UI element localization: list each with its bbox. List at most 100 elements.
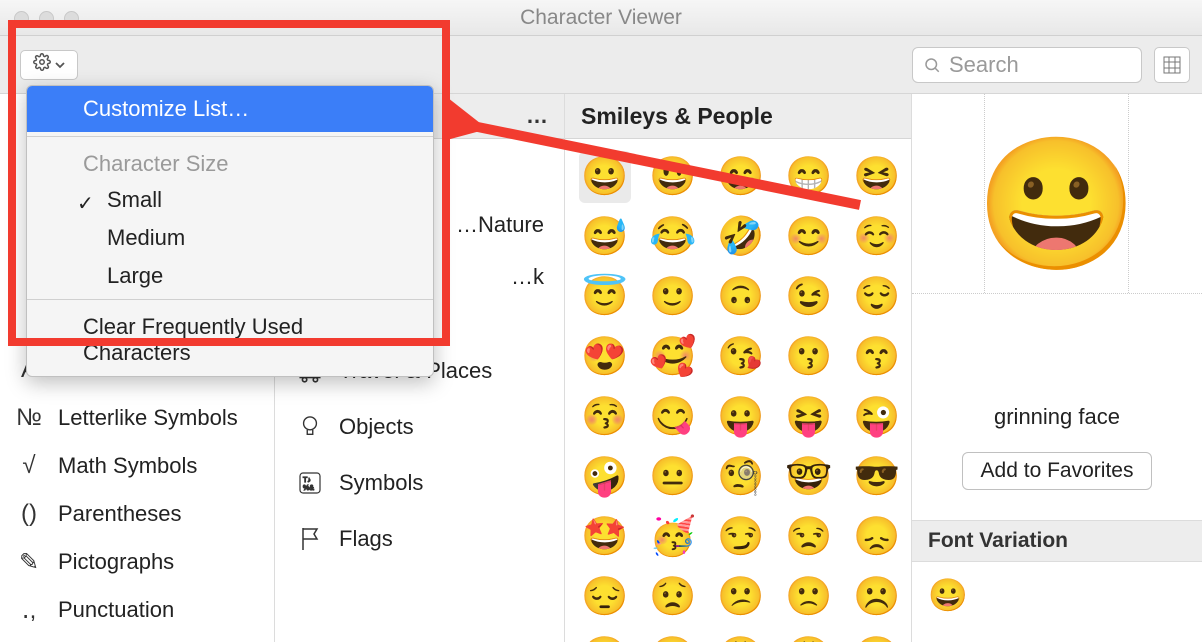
emoji-cell[interactable]: 😫 [715,631,767,642]
menu-customize-list[interactable]: Customize List… [27,86,433,132]
emoji-cell[interactable]: 😘 [715,331,767,383]
emoji-cell[interactable]: 😂 [647,211,699,263]
category-label: Pictographs [58,549,174,575]
emoji-cell[interactable]: 😙 [851,331,903,383]
emoji-cell[interactable]: 😊 [783,211,835,263]
emoji-cell[interactable]: 🤓 [783,451,835,503]
emoji-cell[interactable]: 😎 [851,451,903,503]
add-to-favorites-button[interactable]: Add to Favorites [962,452,1153,490]
emoji-cell[interactable]: 🥺 [851,631,903,642]
emoji-cell[interactable]: 😇 [579,271,631,323]
menu-size-large[interactable]: Large [27,257,433,295]
emoji-grid-header: Smileys & People [565,94,911,139]
emoji-cell[interactable]: ☹️ [851,571,903,623]
emoji-cell[interactable]: 😆 [851,151,903,203]
emoji-cell[interactable]: 😩 [783,631,835,642]
font-variation-header: Font Variation [912,520,1202,562]
emoji-cell[interactable]: 😛 [715,391,767,443]
chevron-down-icon [55,53,65,76]
category-letterlike[interactable]: № Letterlike Symbols [0,394,274,442]
objects-icon [295,412,325,442]
menu-separator [27,299,433,300]
subcategory-objects[interactable]: Objects [275,399,564,455]
close-dot[interactable] [14,11,29,26]
emoji-cell[interactable]: 😋 [647,391,699,443]
math-icon: √ [14,451,44,481]
titlebar: Character Viewer [0,0,1202,36]
emoji-cell[interactable]: 😅 [579,211,631,263]
emoji-cell[interactable]: 😄 [715,151,767,203]
emoji-cell[interactable]: 😐 [647,451,699,503]
subcategory-label: …k [511,264,544,290]
subcategory-label: …Nature [456,212,544,238]
emoji-cell[interactable]: 😣 [579,631,631,642]
flags-icon [295,524,325,554]
detail-name: grinning face [912,404,1202,430]
category-label: Parentheses [58,501,182,527]
emoji-cell[interactable]: 😁 [783,151,835,203]
emoji-cell[interactable]: 😔 [579,571,631,623]
check-icon: ✓ [77,191,94,216]
emoji-cell[interactable]: 🥰 [647,331,699,383]
emoji-grid-panel: Smileys & People 😀 😃 😄 😁 😆 😅 😂 🤣 😊 ☺️ 😇 🙂 🙃 😉 😌 😍 🥰 😘 😗 😙 😚 😋… [565,94,912,642]
emoji-cell[interactable]: 😍 [579,331,631,383]
emoji-cell[interactable]: 😗 [783,331,835,383]
pictographs-icon: ✎ [14,547,44,577]
emoji-cell[interactable]: 😏 [715,511,767,563]
menu-size-small[interactable]: ✓ Small [27,181,433,219]
gear-dropdown-button[interactable] [20,50,78,80]
menu-clear-frequent[interactable]: Clear Frequently Used Characters [27,304,433,376]
emoji-cell[interactable]: 😃 [647,151,699,203]
emoji-cell[interactable]: 🙃 [715,271,767,323]
emoji-cell[interactable]: 😒 [783,511,835,563]
minimize-dot[interactable] [39,11,54,26]
font-variation-sample[interactable]: 😀 [912,562,1202,628]
symbols-icon: T♪%& [295,468,325,498]
emoji-cell[interactable]: 😜 [851,391,903,443]
emoji-cell[interactable]: ☺️ [851,211,903,263]
subcategory-symbols[interactable]: T♪%& Symbols [275,455,564,511]
emoji-cell[interactable]: 🥳 [647,511,699,563]
collapse-viewer-button[interactable] [1154,47,1190,83]
emoji-cell[interactable]: 😟 [647,571,699,623]
emoji-cell[interactable]: 😕 [715,571,767,623]
gear-dropdown-menu: Customize List… Character Size ✓ Small M… [26,85,434,377]
zoom-dot[interactable] [64,11,79,26]
emoji-cell[interactable]: 😚 [579,391,631,443]
parentheses-icon: () [14,499,44,529]
emoji-grid: 😀 😃 😄 😁 😆 😅 😂 🤣 😊 ☺️ 😇 🙂 🙃 😉 😌 😍 🥰 😘 😗 😙 😚 😋 😛 😝 😜 🤪 😐 🧐 🤓 😎 🤩 🥳 😏 😒 😞 😔 😟 😕 🙁… [565,139,911,642]
emoji-cell[interactable]: 🤪 [579,451,631,503]
detail-emoji: 😀 [912,139,1202,269]
category-label: Letterlike Symbols [58,405,238,431]
emoji-cell[interactable]: 😌 [851,271,903,323]
emoji-cell[interactable]: 😖 [647,631,699,642]
emoji-cell[interactable]: 🧐 [715,451,767,503]
subcategory-label: Flags [339,526,393,552]
punctuation-icon: ․, [14,595,44,625]
letterlike-icon: № [14,403,44,433]
subcategory-label: Symbols [339,470,423,496]
category-math[interactable]: √ Math Symbols [0,442,274,490]
emoji-cell[interactable]: 😞 [851,511,903,563]
emoji-cell[interactable]: 😝 [783,391,835,443]
search-input[interactable]: Search [912,47,1142,83]
search-placeholder: Search [949,52,1019,78]
emoji-cell[interactable]: 😉 [783,271,835,323]
search-icon [923,56,941,74]
category-pictographs[interactable]: ✎ Pictographs [0,538,274,586]
category-punctuation[interactable]: ․, Punctuation [0,586,274,634]
emoji-cell[interactable]: 🤩 [579,511,631,563]
svg-text:T♪: T♪ [303,477,311,484]
category-label: Punctuation [58,597,174,623]
detail-panel: 😀 grinning face Add to Favorites Font Va… [912,94,1202,642]
window-controls [14,11,79,26]
emoji-cell[interactable]: 🤣 [715,211,767,263]
subcategory-flags[interactable]: Flags [275,511,564,567]
emoji-cell[interactable]: 🙂 [647,271,699,323]
category-label: Math Symbols [58,453,197,479]
menu-size-medium[interactable]: Medium [27,219,433,257]
emoji-cell[interactable]: 😀 [579,151,631,203]
emoji-cell[interactable]: 🙁 [783,571,835,623]
category-technical[interactable]: ⌘ Technic…Symbols [0,634,274,642]
category-parentheses[interactable]: () Parentheses [0,490,274,538]
